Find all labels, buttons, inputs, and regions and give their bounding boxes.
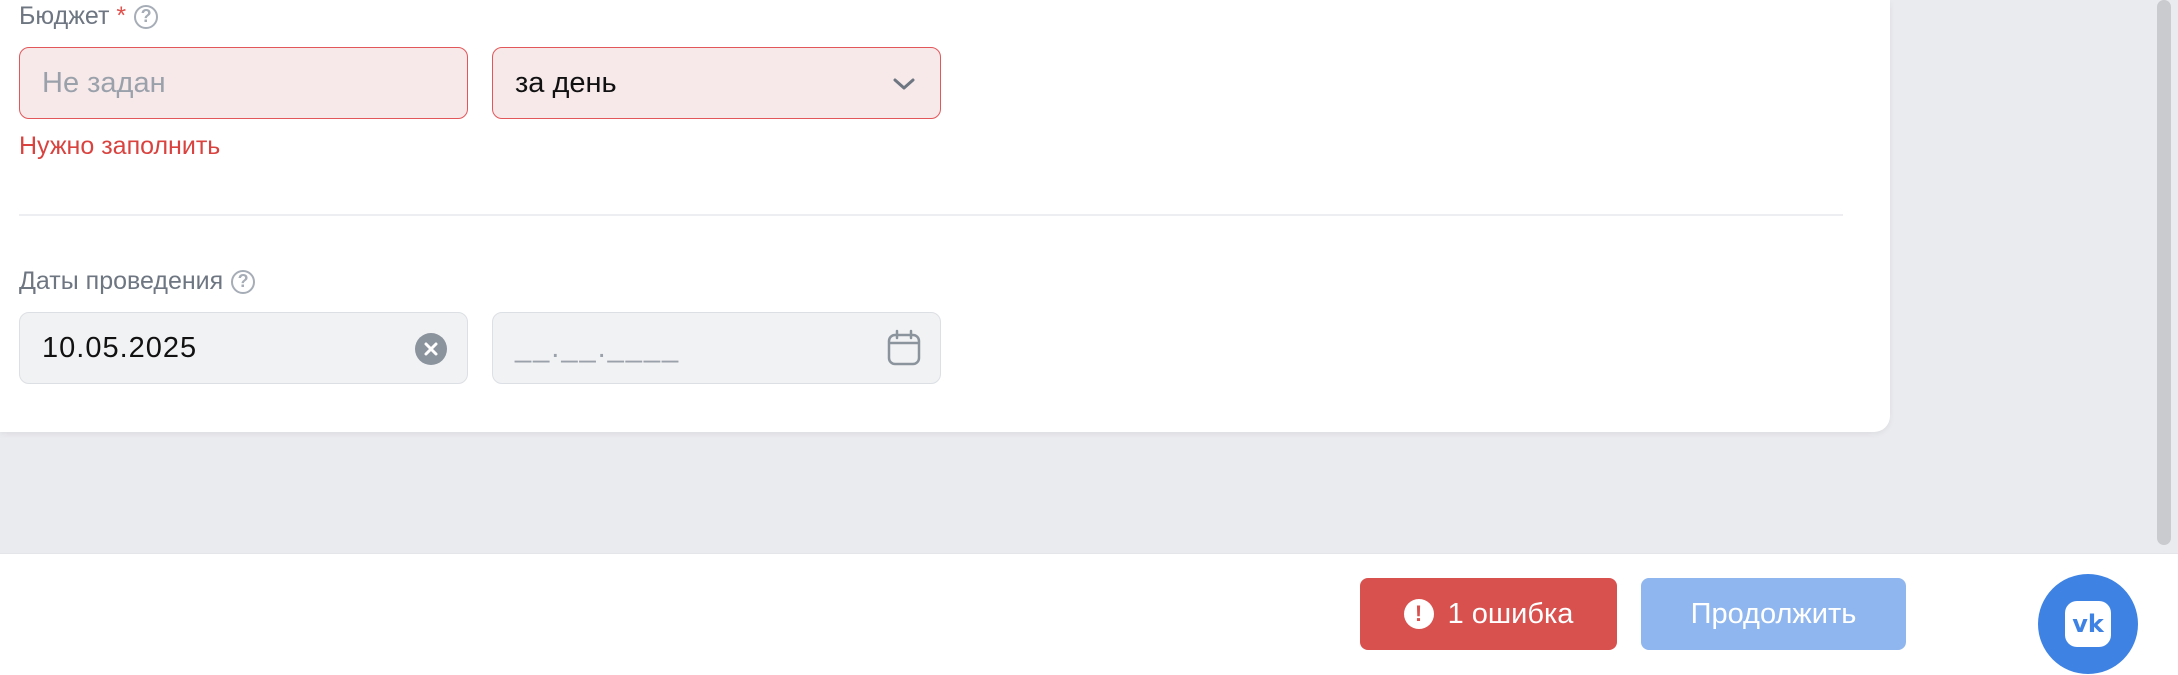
vk-logo-icon: vk	[2065, 601, 2111, 647]
budget-error-message: Нужно заполнить	[19, 132, 221, 160]
exclamation-circle-icon: !	[1403, 599, 1434, 629]
form-card: Бюджет * ? Не задан за день Нужно заполн…	[0, 0, 1890, 432]
budget-amount-placeholder: Не задан	[42, 66, 166, 99]
end-date-placeholder: __.__.____	[515, 331, 681, 364]
end-date-input[interactable]: __.__.____	[492, 312, 941, 384]
help-icon[interactable]: ?	[134, 4, 159, 29]
budget-period-select[interactable]: за день	[492, 47, 941, 119]
error-count-label: 1 ошибка	[1447, 597, 1574, 630]
start-date-input[interactable]: 10.05.2025	[19, 312, 468, 384]
budget-amount-input[interactable]: Не задан	[19, 47, 468, 119]
required-mark: *	[116, 2, 127, 30]
continue-button[interactable]: Продолжить	[1641, 578, 1906, 650]
scrollbar[interactable]	[2157, 0, 2171, 545]
dates-label-row: Даты проведения ?	[19, 267, 256, 296]
help-icon[interactable]: ?	[231, 269, 256, 294]
budget-label-row: Бюджет * ?	[19, 2, 159, 31]
vk-chat-button[interactable]: vk	[2038, 574, 2138, 674]
error-count-button[interactable]: ! 1 ошибка	[1360, 578, 1617, 650]
dates-label: Даты проведения	[19, 267, 224, 295]
chevron-down-icon	[890, 70, 918, 106]
budget-label: Бюджет	[19, 2, 110, 30]
divider	[19, 214, 1843, 216]
budget-period-value: за день	[515, 66, 617, 99]
clear-circle-icon[interactable]	[415, 333, 447, 365]
start-date-value: 10.05.2025	[42, 331, 198, 364]
calendar-icon[interactable]	[886, 329, 922, 375]
continue-label: Продолжить	[1690, 597, 1857, 630]
